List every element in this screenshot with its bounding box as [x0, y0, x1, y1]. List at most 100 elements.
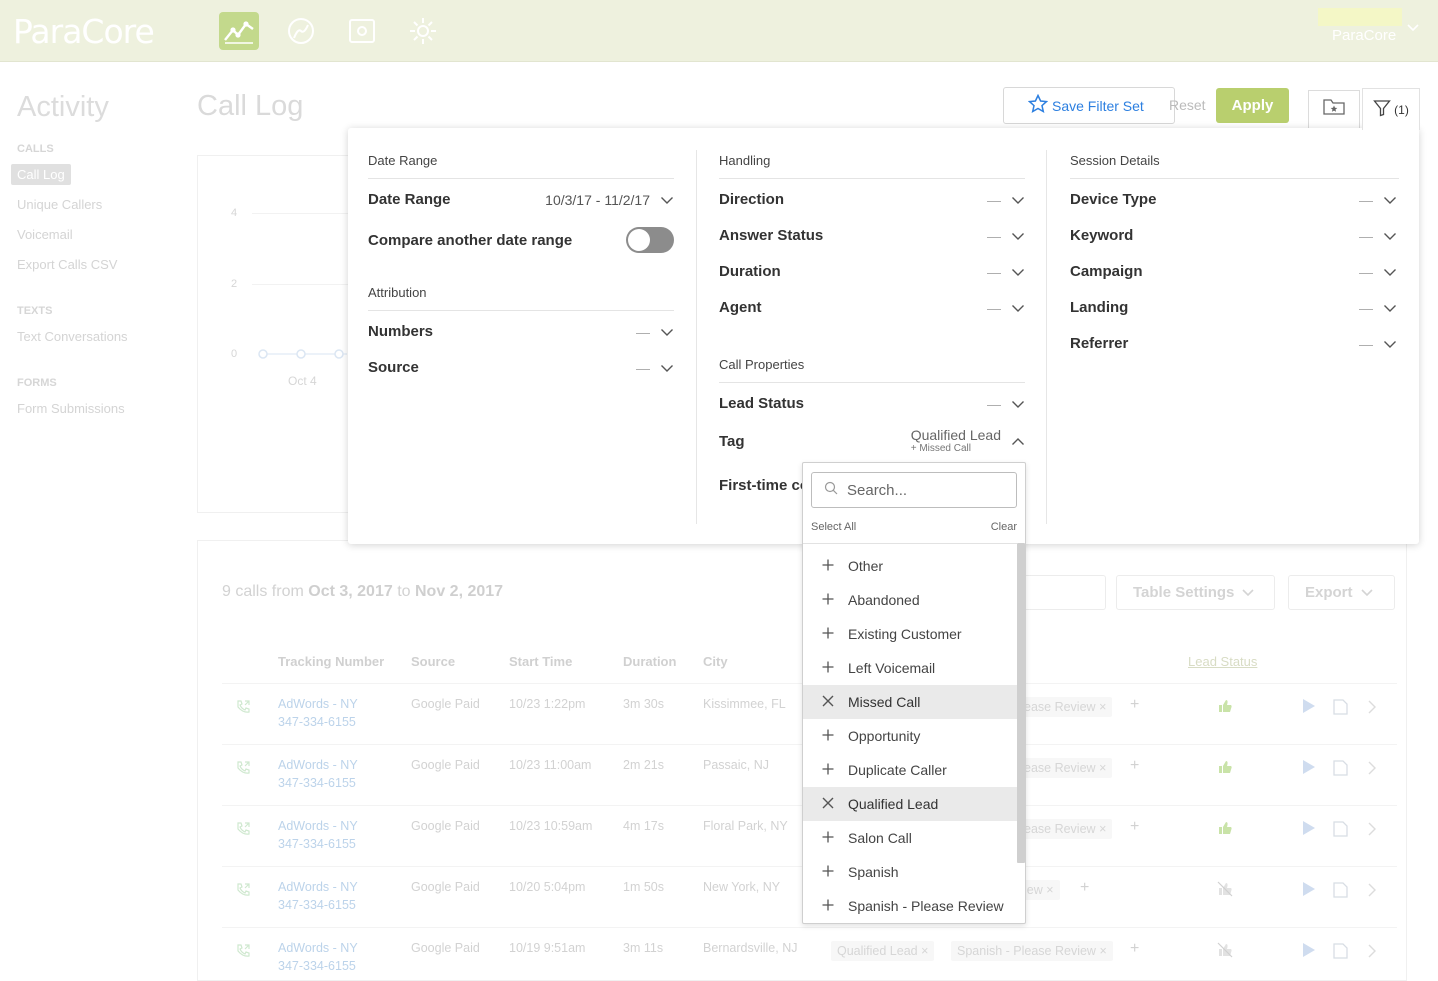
add-note-icon[interactable]: [1332, 942, 1350, 965]
add-note-icon[interactable]: [1332, 759, 1350, 782]
chevron-down-icon[interactable]: [660, 192, 674, 208]
chevron-up-icon[interactable]: [1011, 433, 1025, 449]
tag-option[interactable]: Salon Call: [803, 821, 1017, 855]
close-icon[interactable]: ×: [1099, 700, 1106, 714]
filter-source[interactable]: Source —: [368, 359, 674, 376]
filter-lead-status[interactable]: Lead Status —: [719, 395, 1025, 412]
filter-landing[interactable]: Landing —: [1070, 299, 1397, 316]
chevron-down-icon[interactable]: [1011, 264, 1025, 280]
account-name[interactable]: ParaCore: [1332, 27, 1396, 44]
tag-search-input[interactable]: [847, 481, 1007, 499]
scrollbar[interactable]: [1017, 543, 1025, 863]
tracking-name[interactable]: AdWords - NY: [278, 880, 358, 894]
tag-option[interactable]: Duplicate Caller: [803, 753, 1017, 787]
thumbs-down-muted-icon[interactable]: [1217, 942, 1233, 963]
chevron-right-icon[interactable]: [1368, 944, 1376, 963]
chevron-down-icon[interactable]: [1383, 228, 1397, 244]
add-note-icon[interactable]: [1332, 820, 1350, 843]
chevron-down-icon[interactable]: [1011, 396, 1025, 412]
filter-direction[interactable]: Direction —: [719, 191, 1025, 208]
tag-option[interactable]: Missed Call: [803, 685, 1017, 719]
save-filter-set-button[interactable]: Save Filter Set: [1003, 87, 1175, 124]
close-icon[interactable]: ×: [921, 944, 928, 958]
account-badge[interactable]: [1318, 8, 1402, 26]
export-button[interactable]: Export: [1288, 575, 1395, 610]
apply-button[interactable]: Apply: [1216, 88, 1289, 123]
nav-gear-icon[interactable]: [403, 12, 443, 50]
play-icon[interactable]: [1300, 759, 1316, 780]
play-icon[interactable]: [1300, 698, 1316, 719]
filter-date-range[interactable]: Date Range 10/3/17 - 11/2/17: [368, 191, 674, 208]
sidebar-item-voicemail[interactable]: Voicemail: [17, 227, 73, 242]
close-icon[interactable]: ×: [1099, 761, 1106, 775]
nav-analytics-icon[interactable]: [219, 12, 259, 50]
nav-settings-panel-icon[interactable]: [342, 12, 382, 50]
add-tag-icon[interactable]: +: [1130, 696, 1139, 714]
tag-chip[interactable]: Spanish - Please Review ×: [951, 941, 1113, 961]
sidebar-item-unique-callers[interactable]: Unique Callers: [17, 197, 102, 212]
close-icon[interactable]: ×: [1046, 883, 1053, 897]
nav-flow-icon[interactable]: [281, 12, 321, 50]
column-header-source[interactable]: Source: [411, 654, 455, 669]
chevron-down-icon[interactable]: [1011, 192, 1025, 208]
add-tag-icon[interactable]: +: [1130, 757, 1139, 775]
chevron-down-icon[interactable]: [1383, 264, 1397, 280]
tag-chip[interactable]: ease Review ×: [1018, 697, 1113, 717]
sidebar-item-export-csv[interactable]: Export Calls CSV: [17, 257, 117, 272]
add-note-icon[interactable]: [1332, 881, 1350, 904]
play-icon[interactable]: [1300, 942, 1316, 963]
sidebar-item-form-submissions[interactable]: Form Submissions: [17, 401, 125, 416]
sidebar-item-text-conversations[interactable]: Text Conversations: [17, 329, 128, 344]
tag-option[interactable]: Existing Customer: [803, 617, 1017, 651]
play-icon[interactable]: [1300, 881, 1316, 902]
thumbs-up-icon[interactable]: [1217, 698, 1233, 719]
column-header-tracking-number[interactable]: Tracking Number: [278, 654, 384, 669]
column-header-lead-status[interactable]: Lead Status: [1188, 654, 1257, 669]
tracking-number[interactable]: 347-334-6155: [278, 959, 356, 973]
chevron-down-icon[interactable]: [1383, 300, 1397, 316]
filter-keyword[interactable]: Keyword —: [1070, 227, 1397, 244]
column-header-start-time[interactable]: Start Time: [509, 654, 572, 669]
filter-answer-status[interactable]: Answer Status —: [719, 227, 1025, 244]
chevron-down-icon[interactable]: [660, 324, 674, 340]
add-tag-icon[interactable]: +: [1130, 940, 1139, 958]
tag-chip[interactable]: Qualified Lead ×: [831, 941, 935, 961]
close-icon[interactable]: ×: [1099, 822, 1106, 836]
filter-tag[interactable]: Tag Qualified Lead + Missed Call: [719, 428, 1025, 454]
tracking-name[interactable]: AdWords - NY: [278, 941, 358, 955]
chevron-down-icon[interactable]: [1383, 336, 1397, 352]
thumbs-up-icon[interactable]: [1217, 759, 1233, 780]
tracking-name[interactable]: AdWords - NY: [278, 697, 358, 711]
chevron-down-icon[interactable]: [660, 360, 674, 376]
reset-button[interactable]: Reset: [1169, 97, 1206, 113]
tag-search-field[interactable]: [811, 472, 1017, 508]
column-header-city[interactable]: City: [703, 654, 728, 669]
chevron-right-icon[interactable]: [1368, 822, 1376, 841]
chevron-right-icon[interactable]: [1368, 883, 1376, 902]
tracking-number[interactable]: 347-334-6155: [278, 776, 356, 790]
thumbs-down-muted-icon[interactable]: [1217, 881, 1233, 902]
table-settings-button[interactable]: Table Settings: [1116, 575, 1275, 610]
tag-option[interactable]: Spanish - Please Review: [803, 889, 1017, 923]
saved-filters-folder-button[interactable]: [1308, 90, 1360, 128]
close-icon[interactable]: ×: [1099, 944, 1106, 958]
add-tag-icon[interactable]: +: [1130, 818, 1139, 836]
tag-option[interactable]: Qualified Lead: [803, 787, 1017, 821]
filter-numbers[interactable]: Numbers —: [368, 323, 674, 340]
table-search-input[interactable]: [1026, 575, 1106, 610]
filter-first-time-caller[interactable]: First-time co: [719, 477, 809, 494]
column-header-duration[interactable]: Duration: [623, 654, 676, 669]
add-tag-icon[interactable]: +: [1080, 879, 1089, 897]
compare-toggle[interactable]: [626, 227, 674, 253]
chevron-down-icon[interactable]: [1011, 228, 1025, 244]
chevron-right-icon[interactable]: [1368, 700, 1376, 719]
tag-option[interactable]: Abandoned: [803, 583, 1017, 617]
brand-logo[interactable]: ParaCore: [13, 12, 155, 51]
chevron-down-icon[interactable]: [1406, 20, 1420, 38]
tracking-number[interactable]: 347-334-6155: [278, 898, 356, 912]
tracking-number[interactable]: 347-334-6155: [278, 837, 356, 851]
filter-toggle-button[interactable]: (1): [1362, 88, 1420, 130]
filter-referrer[interactable]: Referrer —: [1070, 335, 1397, 352]
thumbs-up-icon[interactable]: [1217, 820, 1233, 841]
sidebar-item-call-log[interactable]: Call Log: [11, 164, 71, 185]
